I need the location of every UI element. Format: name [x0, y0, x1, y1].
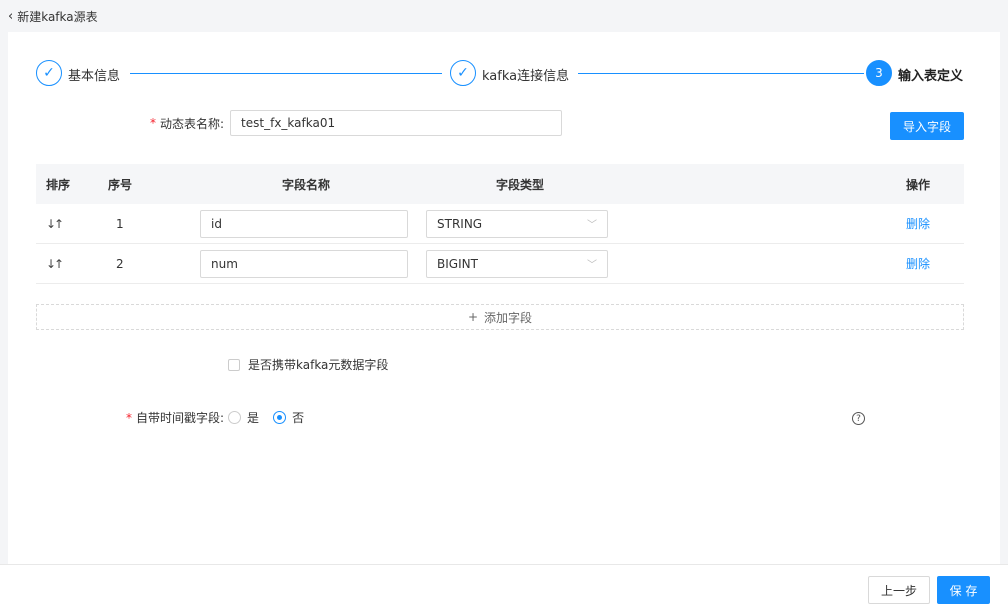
required-mark: * [126, 410, 132, 425]
timestamp-row: * 自带时间戳字段: 是 否 [126, 409, 304, 426]
header-action: 操作 [906, 177, 931, 192]
import-fields-button[interactable]: 导入字段 [890, 112, 964, 140]
back-link[interactable]: ‹ 新建kafka源表 [8, 8, 98, 25]
header-index: 序号 [108, 177, 133, 192]
step-2-label: kafka连接信息 [482, 69, 570, 84]
field-name-input[interactable]: id [200, 209, 408, 238]
page-title: 新建kafka源表 [17, 9, 98, 24]
sort-drag-icon[interactable]: ↓↑ [46, 257, 64, 271]
footer-bar: 上一步 保 存 [0, 564, 1008, 612]
field-type-value: STRING [437, 216, 483, 231]
radio-yes-label: 是 [247, 411, 260, 425]
add-field-button[interactable]: + 添加字段 [36, 304, 964, 330]
step-1-label: 基本信息 [68, 69, 121, 84]
fields-table: 排序 序号 字段名称 字段类型 操作 ↓↑ 1 id STRING ﹀ 删除 ↓… [36, 164, 964, 284]
help-icon[interactable]: ? [852, 412, 865, 425]
table-name-input[interactable]: test_fx_kafka01 [230, 110, 563, 136]
header-field-type: 字段类型 [496, 177, 545, 192]
field-type-select[interactable]: STRING ﹀ [426, 209, 608, 238]
steps-bar: ✓ 基本信息 ✓ kafka连接信息 3 输入表定义 [36, 60, 972, 88]
header-sort: 排序 [46, 177, 71, 192]
row-index: 1 [116, 216, 124, 231]
field-type-select[interactable]: BIGINT ﹀ [426, 249, 608, 278]
table-row: ↓↑ 2 num BIGINT ﹀ 删除 [36, 244, 964, 284]
chevron-left-icon: ‹ [8, 8, 14, 24]
table-row: ↓↑ 1 id STRING ﹀ 删除 [36, 204, 964, 244]
radio-no[interactable] [273, 411, 287, 424]
metadata-checkbox-label: 是否携带kafka元数据字段 [248, 358, 389, 372]
prev-step-button[interactable]: 上一步 [868, 576, 930, 604]
sort-drag-icon[interactable]: ↓↑ [46, 217, 64, 231]
plus-icon: + [467, 310, 479, 324]
table-name-row: * 动态表名称: test_fx_kafka01 [150, 110, 563, 136]
required-mark: * [150, 116, 156, 130]
step-3-label: 输入表定义 [898, 69, 964, 84]
main-card: ✓ 基本信息 ✓ kafka连接信息 3 输入表定义 * 动态表名称: test… [8, 32, 1000, 564]
delete-link[interactable]: 删除 [906, 217, 930, 231]
header-field-name: 字段名称 [282, 177, 331, 192]
add-field-label: 添加字段 [484, 310, 533, 325]
field-type-value: BIGINT [437, 256, 478, 271]
metadata-option[interactable]: 是否携带kafka元数据字段 [228, 356, 388, 373]
top-bar: ‹ 新建kafka源表 [0, 0, 1008, 32]
step-connector-1 [130, 73, 442, 74]
radio-yes[interactable] [228, 411, 242, 424]
chevron-down-icon: ﹀ [587, 260, 597, 271]
step-1-check-icon: ✓ [36, 60, 62, 86]
table-header: 排序 序号 字段名称 字段类型 操作 [36, 164, 964, 204]
chevron-down-icon: ﹀ [587, 220, 597, 231]
table-name-label: 动态表名称: [160, 116, 225, 131]
field-name-input[interactable]: num [200, 249, 408, 278]
metadata-checkbox[interactable] [228, 358, 240, 371]
row-index: 2 [116, 256, 124, 271]
delete-link[interactable]: 删除 [906, 257, 930, 271]
timestamp-label: 自带时间戳字段: [136, 411, 225, 425]
step-connector-2 [578, 73, 864, 74]
radio-no-label: 否 [292, 411, 305, 425]
step-2-check-icon: ✓ [450, 60, 476, 86]
step-3-number: 3 [866, 60, 892, 86]
save-button[interactable]: 保 存 [937, 576, 990, 604]
